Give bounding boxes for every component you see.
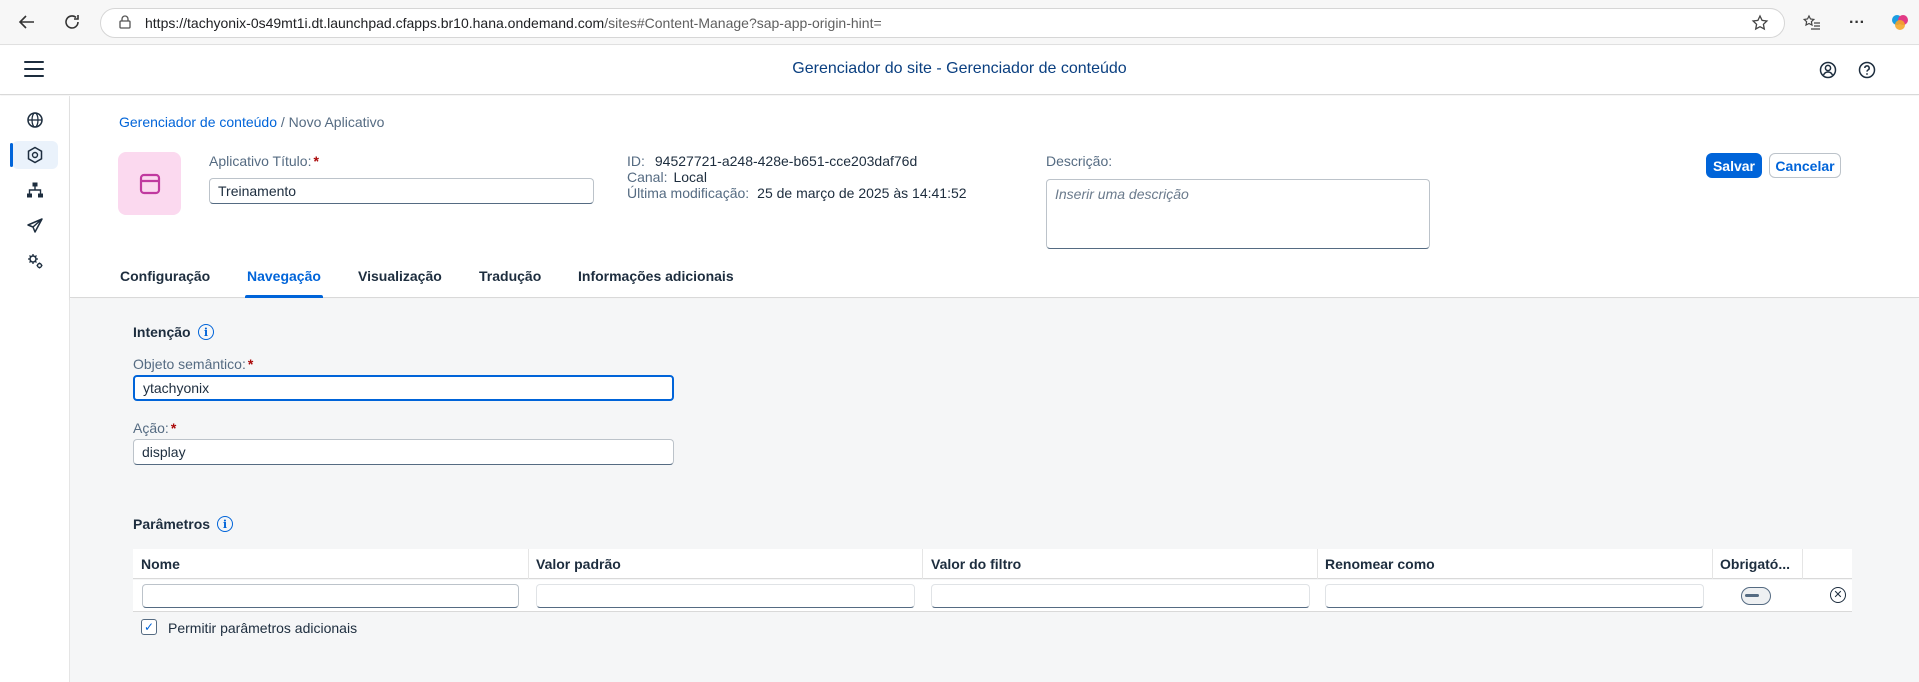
favorites-list-icon[interactable] xyxy=(1800,11,1824,35)
intent-info-icon[interactable]: i xyxy=(198,324,214,340)
paper-plane-icon xyxy=(27,218,43,233)
app-title-label: Aplicativo Título: * xyxy=(209,153,319,169)
gears-icon xyxy=(28,254,43,269)
parameters-info-icon[interactable]: i xyxy=(217,516,233,532)
tab-navegacao[interactable]: Navegação xyxy=(245,268,323,298)
table-row: ✕ xyxy=(133,580,1852,612)
tab-visualizacao[interactable]: Visualização xyxy=(358,268,442,298)
action-label-text: Ação: xyxy=(133,420,169,436)
intent-section-title: Intenção xyxy=(133,324,191,340)
back-arrow-icon[interactable] xyxy=(15,10,39,34)
description-label: Descrição: xyxy=(1046,153,1113,169)
channel-label: Canal: xyxy=(627,169,668,185)
rail-item-hierarchy[interactable] xyxy=(12,176,58,204)
app-window-icon xyxy=(139,173,160,194)
column-header-name[interactable]: Nome xyxy=(141,556,180,572)
channel-value: Local xyxy=(673,169,707,185)
shell-header: Gerenciador do site - Gerenciador de con… xyxy=(0,46,1919,95)
more-options-icon[interactable]: ··· xyxy=(1845,11,1869,35)
required-marker: * xyxy=(313,153,319,169)
favorite-star-icon[interactable] xyxy=(1748,11,1772,35)
copilot-icon[interactable] xyxy=(1888,10,1912,34)
column-header-rename-as[interactable]: Renomear como xyxy=(1325,556,1435,572)
column-separator xyxy=(1317,549,1318,579)
side-navigation xyxy=(0,96,70,682)
tab-traducao[interactable]: Tradução xyxy=(479,268,541,298)
app-id-row: ID: 94527721-a248-428e-b651-cce203daf76d xyxy=(627,153,917,169)
channel-row: Canal: Local xyxy=(627,169,707,185)
param-filter-value-input[interactable] xyxy=(931,584,1310,608)
allow-additional-params-label: Permitir parâmetros adicionais xyxy=(168,620,358,636)
allow-additional-params-checkbox[interactable]: ✓ xyxy=(141,619,157,635)
cancel-button[interactable]: Cancelar xyxy=(1769,153,1841,178)
column-header-filter-value[interactable]: Valor do filtro xyxy=(931,556,1021,572)
save-button[interactable]: Salvar xyxy=(1706,153,1762,178)
mandatory-switch[interactable] xyxy=(1741,587,1771,605)
required-marker: * xyxy=(247,356,254,372)
tab-configuracao[interactable]: Configuração xyxy=(120,268,210,298)
url-path: /sites#Content-Manage?sap-app-origin-hin… xyxy=(604,15,882,31)
parameters-section-title: Parâmetros xyxy=(133,516,211,532)
rail-item-send[interactable] xyxy=(12,212,58,240)
app-id-value: 94527721-a248-428e-b651-cce203daf76d xyxy=(654,153,918,169)
user-profile-icon[interactable] xyxy=(1819,61,1837,82)
param-default-value-input[interactable] xyxy=(536,584,915,608)
app-id-label: ID: xyxy=(627,153,645,169)
column-separator xyxy=(1802,549,1803,579)
app-title-input[interactable] xyxy=(209,178,594,204)
breadcrumb: Gerenciador de conteúdo / Novo Aplicativ… xyxy=(119,114,384,130)
browser-toolbar: https://tachyonix-0s49mt1i.dt.launchpad.… xyxy=(0,0,1919,45)
param-name-input[interactable] xyxy=(142,584,519,608)
app-title-label-text: Aplicativo Título: xyxy=(209,153,312,169)
last-modified-label: Última modificação: xyxy=(627,185,750,201)
action-label: Ação: * xyxy=(133,420,176,436)
breadcrumb-link-content-manager[interactable]: Gerenciador de conteúdo xyxy=(119,114,277,130)
delete-row-icon[interactable]: ✕ xyxy=(1830,587,1846,603)
globe-icon xyxy=(27,112,43,128)
hierarchy-icon xyxy=(27,182,43,198)
rail-item-settings[interactable] xyxy=(12,247,58,275)
semantic-object-input[interactable] xyxy=(133,375,674,401)
rail-item-sites[interactable] xyxy=(12,106,58,134)
description-textarea[interactable]: Inserir uma descrição xyxy=(1046,179,1430,249)
semantic-object-label-text: Objeto semântico: xyxy=(133,356,246,372)
column-separator xyxy=(528,549,529,579)
parameters-table-header: Nome Valor padrão Valor do filtro Renome… xyxy=(133,549,1852,579)
content-manager-icon xyxy=(27,146,43,164)
param-rename-input[interactable] xyxy=(1325,584,1704,608)
rail-item-content-manager[interactable] xyxy=(10,141,58,169)
column-header-default-value[interactable]: Valor padrão xyxy=(536,556,621,572)
column-separator xyxy=(922,549,923,579)
required-marker: * xyxy=(170,420,177,436)
breadcrumb-current: / Novo Aplicativo xyxy=(280,114,385,130)
tab-informacoes-adicionais[interactable]: Informações adicionais xyxy=(578,268,734,298)
url-host: https://tachyonix-0s49mt1i.dt.launchpad.… xyxy=(145,15,605,31)
column-separator xyxy=(1712,549,1713,579)
last-modified-value: 25 de março de 2025 às 14:41:52 xyxy=(757,185,967,201)
address-bar[interactable]: https://tachyonix-0s49mt1i.dt.launchpad.… xyxy=(100,8,1785,38)
shell-title: Gerenciador do site - Gerenciador de con… xyxy=(792,60,1127,77)
app-avatar xyxy=(118,152,181,215)
action-input[interactable] xyxy=(133,439,674,465)
semantic-object-label: Objeto semântico: * xyxy=(133,356,253,372)
reload-icon[interactable] xyxy=(60,10,84,34)
help-icon[interactable] xyxy=(1858,61,1876,82)
last-modified-row: Última modificação: 25 de março de 2025 à… xyxy=(627,185,967,201)
column-header-mandatory[interactable]: Obrigató... xyxy=(1720,556,1790,572)
lock-icon xyxy=(119,14,133,32)
url-text: https://tachyonix-0s49mt1i.dt.launchpad.… xyxy=(145,15,882,31)
